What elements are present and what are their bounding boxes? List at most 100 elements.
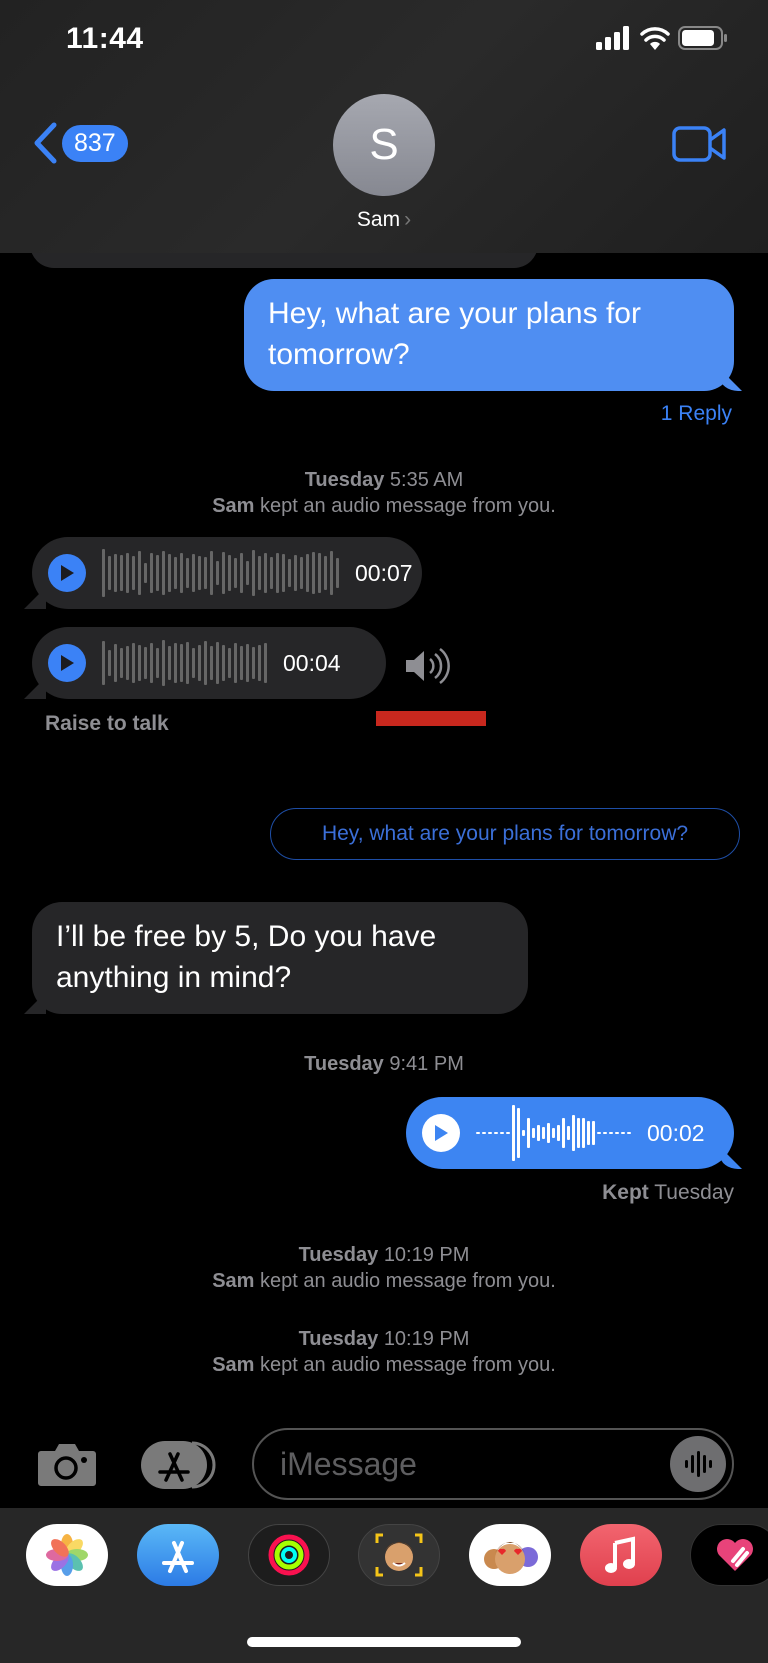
- waveform-bar: [506, 1132, 510, 1134]
- wifi-icon: [640, 27, 670, 50]
- waveform-bar: [522, 1130, 525, 1136]
- contact-name[interactable]: Sam ›: [0, 208, 768, 232]
- quoted-message[interactable]: Hey, what are your plans for tomorrow?: [270, 808, 740, 860]
- music-note-icon: [605, 1536, 635, 1573]
- app-store-logo-icon: [162, 1541, 194, 1573]
- waveform-bar: [216, 561, 219, 585]
- app-app-store[interactable]: [137, 1524, 219, 1586]
- notice-text: kept an audio message from you.: [260, 1270, 556, 1292]
- video-camera-icon: [672, 126, 726, 162]
- timestamp-day: Tuesday: [304, 1053, 384, 1075]
- waveform-bar: [168, 554, 171, 592]
- speaker-icon: [406, 647, 450, 685]
- waveform-bar: [252, 550, 255, 596]
- timestamp-time: 5:35 AM: [389, 469, 464, 491]
- waveform-bar: [476, 1132, 480, 1134]
- battery-icon: [678, 26, 727, 50]
- timestamp: Tuesday 9:41 PM: [0, 1051, 768, 1077]
- waveform: [102, 633, 267, 693]
- waveform-bar: [228, 648, 231, 678]
- timestamp-time: 10:19 PM: [383, 1328, 470, 1350]
- waveform-bar: [222, 645, 225, 681]
- app-activity[interactable]: [248, 1524, 330, 1586]
- waveform-bar: [282, 554, 285, 592]
- app-memoji[interactable]: [358, 1524, 440, 1586]
- message-text: I’ll be free by 5, Do you have anything …: [56, 920, 437, 994]
- waveform-bar: [114, 554, 117, 592]
- waveform-bar: [517, 1108, 520, 1158]
- message-input[interactable]: [280, 1445, 640, 1483]
- app-store-drawer-button[interactable]: [140, 1440, 220, 1495]
- notice-actor: Sam: [212, 495, 255, 517]
- sent-message-bubble[interactable]: Hey, what are your plans for tomorrow?: [244, 279, 734, 391]
- waveform-bar: [144, 647, 147, 679]
- waveform-bar: [587, 1121, 590, 1145]
- app-photos[interactable]: [26, 1524, 108, 1586]
- play-button[interactable]: [422, 1114, 460, 1152]
- waveform-bar: [246, 644, 249, 682]
- message-input-field[interactable]: [252, 1428, 734, 1500]
- play-button[interactable]: [48, 644, 86, 682]
- app-digital-touch[interactable]: [690, 1524, 768, 1586]
- received-message-bubble[interactable]: I’ll be free by 5, Do you have anything …: [32, 902, 528, 1014]
- speaker-toggle[interactable]: [404, 646, 454, 691]
- waveform-bar: [537, 1125, 540, 1141]
- waveform-bar: [204, 557, 207, 589]
- app-memoji-stickers[interactable]: [469, 1524, 551, 1586]
- waveform-bar: [174, 643, 177, 683]
- waveform-bar: [126, 553, 129, 593]
- audio-message-sent[interactable]: 00:02: [406, 1097, 734, 1169]
- conversation-header: 11:44 837 S Sam ›: [0, 0, 768, 253]
- waveform-bar: [609, 1132, 613, 1134]
- app-store-icon: [141, 1441, 216, 1489]
- waveform-bar: [138, 645, 141, 681]
- waveform-bar: [144, 563, 147, 583]
- audio-message-received[interactable]: 00:07: [32, 537, 422, 609]
- play-icon: [435, 1125, 448, 1141]
- waveform-bar: [562, 1118, 565, 1148]
- notice-actor: Sam: [212, 1270, 255, 1292]
- contact-avatar[interactable]: S: [333, 94, 435, 196]
- audio-message-received[interactable]: 00:04: [32, 627, 386, 699]
- highlight-annotation: [376, 711, 486, 726]
- home-indicator[interactable]: [247, 1637, 521, 1647]
- waveform-bar: [180, 553, 183, 593]
- waveform-bar: [270, 557, 273, 589]
- camera-button[interactable]: [37, 1441, 97, 1492]
- play-icon: [61, 655, 74, 671]
- reply-count-link[interactable]: 1 Reply: [661, 402, 732, 426]
- waveform-bar: [210, 551, 213, 595]
- waveform-bar: [500, 1132, 504, 1134]
- waveform-bar: [258, 556, 261, 590]
- kept-label: Kept: [602, 1181, 649, 1204]
- chevron-right-icon: ›: [404, 208, 412, 231]
- play-icon: [61, 565, 74, 581]
- facetime-video-button[interactable]: [672, 126, 728, 167]
- waveform-bar: [276, 553, 279, 593]
- timestamp-day: Tuesday: [298, 1328, 379, 1350]
- waveform-bar: [198, 556, 201, 590]
- waveform-bar: [532, 1128, 535, 1138]
- waveform-bar: [162, 640, 165, 686]
- back-chevron-icon: [34, 122, 57, 164]
- app-music[interactable]: [580, 1524, 662, 1586]
- waveform-bar: [234, 558, 237, 588]
- waveform-bar: [150, 643, 153, 683]
- signal-icon: [596, 26, 629, 50]
- back-button[interactable]: 837: [32, 122, 128, 164]
- contact-name-label: Sam: [356, 208, 401, 231]
- waveform-bar: [162, 551, 165, 595]
- waveform-bar: [132, 643, 135, 683]
- message-text: Hey, what are your plans for tomorrow?: [268, 297, 641, 371]
- waveform-bar: [547, 1123, 550, 1143]
- waveform-bar: [615, 1132, 619, 1134]
- play-button[interactable]: [48, 554, 86, 592]
- waveform-bar: [120, 555, 123, 591]
- audio-record-button[interactable]: [670, 1436, 726, 1492]
- waveform-bar: [102, 549, 105, 597]
- waveform-bar: [180, 644, 183, 682]
- timestamp-day: Tuesday: [298, 1244, 379, 1266]
- timestamp: Tuesday 10:19 PM: [0, 1242, 768, 1268]
- waveform-bar: [108, 556, 111, 590]
- waveform-bar: [557, 1125, 560, 1141]
